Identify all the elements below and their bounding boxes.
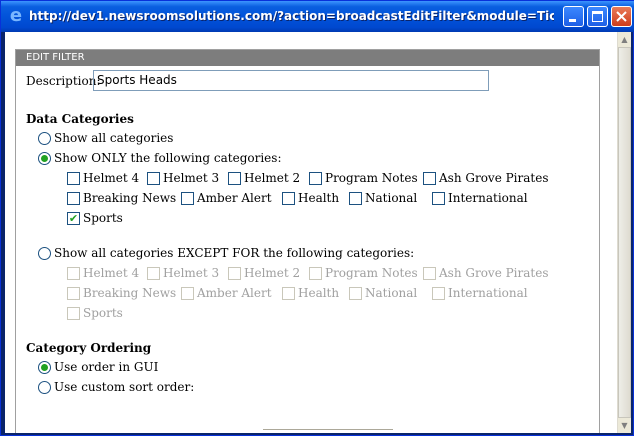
use-custom-order-label: Use custom sort order:	[54, 380, 195, 394]
description-label: Description:	[26, 74, 101, 88]
except-breaking-news-label: Breaking News	[83, 286, 177, 300]
radio-selected-dot	[41, 155, 48, 162]
except-ash-grove-pirates-label: Ash Grove Pirates	[439, 266, 549, 280]
maximize-icon	[592, 11, 603, 22]
scroll-up-arrow-icon[interactable]: ▲	[618, 32, 631, 47]
close-icon	[616, 11, 627, 22]
except-amber-alert-checkbox	[181, 287, 194, 300]
show-only-categories-radio[interactable]	[38, 152, 51, 165]
except-ash-grove-pirates-checkbox	[423, 267, 436, 280]
except-national-label: National	[365, 286, 418, 300]
use-custom-order-radio[interactable]	[38, 381, 51, 394]
internet-explorer-icon: e	[9, 5, 23, 26]
minimize-button[interactable]	[563, 6, 584, 27]
except-helmet-3-checkbox	[147, 267, 160, 280]
except-helmet-2-label: Helmet 2	[244, 266, 301, 280]
except-health-label: Health	[298, 286, 340, 300]
only-helmet-4-label: Helmet 4	[83, 171, 140, 185]
only-national-label: National	[365, 191, 418, 205]
scroll-thumb[interactable]	[618, 47, 631, 418]
edit-filter-panel: EDIT FILTER	[15, 49, 600, 433]
data-categories-heading: Data Categories	[26, 112, 134, 126]
except-sports-checkbox	[67, 307, 80, 320]
only-amber-alert-checkbox[interactable]	[181, 192, 194, 205]
button-row-edge	[263, 429, 393, 433]
use-gui-order-label: Use order in GUI	[54, 360, 159, 374]
window-title: http://dev1.newsroomsolutions.com/?actio…	[29, 9, 554, 23]
only-sports-label: Sports	[83, 211, 123, 225]
only-helmet-3-label: Helmet 3	[163, 171, 220, 185]
only-program-notes-checkbox[interactable]	[309, 172, 322, 185]
only-ash-grove-pirates-label: Ash Grove Pirates	[439, 171, 549, 185]
panel-header: EDIT FILTER	[16, 50, 599, 66]
close-button[interactable]	[611, 6, 632, 27]
only-helmet-2-label: Helmet 2	[244, 171, 301, 185]
only-breaking-news-label: Breaking News	[83, 191, 177, 205]
except-health-checkbox	[282, 287, 295, 300]
only-helmet-2-checkbox[interactable]	[228, 172, 241, 185]
only-health-checkbox[interactable]	[282, 192, 295, 205]
description-input[interactable]: Sports Heads	[93, 70, 489, 91]
except-helmet-4-checkbox	[67, 267, 80, 280]
except-amber-alert-label: Amber Alert	[197, 286, 272, 300]
category-ordering-heading: Category Ordering	[26, 341, 152, 355]
except-international-checkbox	[432, 287, 445, 300]
browser-popup-window: e http://dev1.newsroomsolutions.com/?act…	[0, 0, 634, 436]
only-helmet-4-checkbox[interactable]	[67, 172, 80, 185]
except-helmet-4-label: Helmet 4	[83, 266, 140, 280]
use-gui-order-radio[interactable]	[38, 361, 51, 374]
except-helmet-3-label: Helmet 3	[163, 266, 220, 280]
except-international-label: International	[448, 286, 528, 300]
show-all-categories-radio[interactable]	[38, 132, 51, 145]
only-sports-checkbox[interactable]: ✔	[67, 212, 80, 225]
only-health-label: Health	[298, 191, 340, 205]
show-except-categories-label: Show all categories EXCEPT FOR the follo…	[54, 246, 415, 260]
only-international-checkbox[interactable]	[432, 192, 445, 205]
only-helmet-3-checkbox[interactable]	[147, 172, 160, 185]
scroll-down-arrow-icon[interactable]: ▼	[618, 418, 631, 433]
except-national-checkbox	[349, 287, 362, 300]
except-program-notes-label: Program Notes	[325, 266, 418, 280]
only-amber-alert-label: Amber Alert	[197, 191, 272, 205]
only-breaking-news-checkbox[interactable]	[67, 192, 80, 205]
only-program-notes-label: Program Notes	[325, 171, 418, 185]
show-all-categories-label: Show all categories	[54, 131, 174, 145]
only-international-label: International	[448, 191, 528, 205]
only-national-checkbox[interactable]	[349, 192, 362, 205]
show-only-categories-label: Show ONLY the following categories:	[54, 151, 282, 165]
minimize-icon	[569, 19, 576, 22]
title-bar[interactable]: e http://dev1.newsroomsolutions.com/?act…	[1, 1, 634, 32]
radio-selected-dot	[41, 364, 48, 371]
only-ash-grove-pirates-checkbox[interactable]	[423, 172, 436, 185]
except-helmet-2-checkbox	[228, 267, 241, 280]
maximize-button[interactable]	[587, 6, 608, 27]
except-program-notes-checkbox	[309, 267, 322, 280]
vertical-scrollbar[interactable]: ▲ ▼	[617, 32, 631, 433]
except-breaking-news-checkbox	[67, 287, 80, 300]
show-except-categories-radio[interactable]	[38, 247, 51, 260]
page-content: EDIT FILTER Description: Sports Heads Da…	[5, 32, 631, 433]
except-sports-label: Sports	[83, 306, 123, 320]
